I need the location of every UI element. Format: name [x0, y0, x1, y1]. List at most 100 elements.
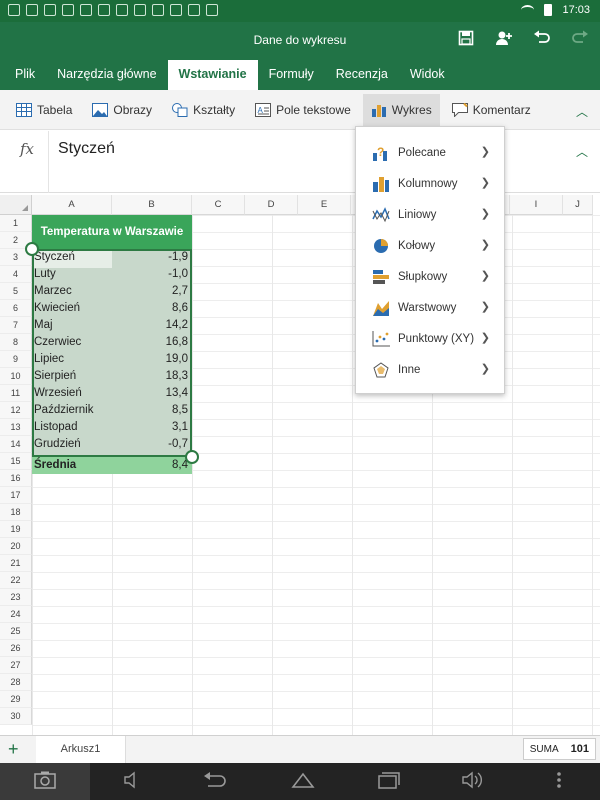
table-button[interactable]: Tabela [8, 94, 80, 126]
images-button[interactable]: Obrazy [84, 94, 160, 126]
temperature-cell[interactable]: 18,3 [112, 368, 190, 385]
textbox-button[interactable]: A Pole tekstowe [247, 94, 359, 126]
row-header[interactable]: 18 [0, 504, 32, 521]
menu-item-slupkowy[interactable]: Słupkowy ❯ [356, 261, 506, 292]
row-header[interactable]: 24 [0, 606, 32, 623]
tab-formuly[interactable]: Formuły [258, 60, 325, 90]
row-header[interactable]: 20 [0, 538, 32, 555]
comment-button[interactable]: Komentarz [444, 94, 539, 126]
worksheet-grid[interactable]: ABCDEFGHIJ 12345678910111213141516171819… [0, 195, 600, 735]
row-header[interactable]: 10 [0, 368, 32, 385]
collapse-ribbon-icon[interactable]: ︿ [576, 103, 588, 120]
screenshot-icon[interactable] [30, 771, 60, 794]
menu-item-liniowy[interactable]: Liniowy ❯ [356, 199, 506, 230]
table-title-cell[interactable]: Temperatura w Warszawie [32, 215, 192, 249]
row-header[interactable]: 16 [0, 470, 32, 487]
column-header-a[interactable]: A [32, 195, 112, 215]
row-header[interactable]: 8 [0, 334, 32, 351]
month-cell[interactable]: Grudzień [34, 436, 110, 453]
row-header[interactable]: 17 [0, 487, 32, 504]
month-cell[interactable]: Październik [34, 402, 110, 419]
average-value[interactable]: 8,4 [112, 457, 190, 474]
row-header[interactable]: 19 [0, 521, 32, 538]
sheet-tab-arkusz1[interactable]: Arkusz1 [36, 736, 126, 763]
row-header[interactable]: 13 [0, 419, 32, 436]
more-options-icon[interactable] [544, 771, 574, 794]
temperature-cell[interactable]: -0,7 [112, 436, 190, 453]
temperature-cell[interactable]: 14,2 [112, 317, 190, 334]
month-cell[interactable]: Lipiec [34, 351, 110, 368]
month-cell[interactable]: Styczeń [34, 249, 110, 266]
menu-item-inne[interactable]: Inne ❯ [356, 354, 506, 385]
column-header-i[interactable]: I [510, 195, 563, 215]
month-cell[interactable]: Luty [34, 266, 110, 283]
row-header[interactable]: 23 [0, 589, 32, 606]
menu-item-kolumnowy[interactable]: Kolumnowy ❯ [356, 168, 506, 199]
function-icon[interactable]: fx [20, 140, 34, 158]
temperature-cell[interactable]: 8,6 [112, 300, 190, 317]
tab-recenzja[interactable]: Recenzja [325, 60, 399, 90]
month-cell[interactable]: Listopad [34, 419, 110, 436]
row-header[interactable]: 28 [0, 674, 32, 691]
row-header[interactable]: 25 [0, 623, 32, 640]
select-all-corner[interactable] [0, 195, 32, 215]
column-header-j[interactable]: J [563, 195, 593, 215]
menu-item-polecane[interactable]: ? Polecane ❯ [356, 137, 506, 168]
month-cell[interactable]: Kwiecień [34, 300, 110, 317]
row-header[interactable]: 4 [0, 266, 32, 283]
volume-down-icon[interactable] [118, 771, 148, 794]
formula-input[interactable]: Styczeń [58, 140, 115, 158]
menu-item-punktowy[interactable]: Punktowy (XY) ❯ [356, 323, 506, 354]
redo-icon[interactable] [570, 30, 590, 51]
tab-wstawianie[interactable]: Wstawianie [167, 60, 258, 90]
month-cell[interactable]: Sierpień [34, 368, 110, 385]
back-icon[interactable] [200, 771, 230, 794]
shapes-button[interactable]: Kształty [164, 94, 243, 126]
tab-widok[interactable]: Widok [399, 60, 456, 90]
temperature-cell[interactable]: 13,4 [112, 385, 190, 402]
row-header[interactable]: 7 [0, 317, 32, 334]
temperature-cell[interactable]: -1,0 [112, 266, 190, 283]
month-cell[interactable]: Maj [34, 317, 110, 334]
column-header-d[interactable]: D [245, 195, 298, 215]
row-header[interactable]: 21 [0, 555, 32, 572]
row-header[interactable]: 9 [0, 351, 32, 368]
temperature-cell[interactable]: -1,9 [112, 249, 190, 266]
menu-item-kolowy[interactable]: Kołowy ❯ [356, 230, 506, 261]
recent-apps-icon[interactable] [374, 771, 404, 794]
share-icon[interactable] [494, 30, 514, 51]
temperature-cell[interactable]: 8,5 [112, 402, 190, 419]
selection-handle-end[interactable] [185, 450, 199, 464]
row-header[interactable]: 22 [0, 572, 32, 589]
average-label[interactable]: Średnia [34, 457, 110, 474]
row-header[interactable]: 1 [0, 215, 32, 232]
chart-button[interactable]: Wykres [362, 93, 440, 126]
month-cell[interactable]: Czerwiec [34, 334, 110, 351]
add-sheet-icon[interactable]: + [8, 739, 19, 760]
column-header-c[interactable]: C [192, 195, 245, 215]
row-header[interactable]: 15 [0, 453, 32, 470]
temperature-cell[interactable]: 3,1 [112, 419, 190, 436]
temperature-cell[interactable]: 2,7 [112, 283, 190, 300]
row-header[interactable]: 6 [0, 300, 32, 317]
menu-item-warstwowy[interactable]: Warstwowy ❯ [356, 292, 506, 323]
temperature-cell[interactable]: 19,0 [112, 351, 190, 368]
row-header[interactable]: 14 [0, 436, 32, 453]
row-header[interactable]: 5 [0, 283, 32, 300]
row-header[interactable]: 26 [0, 640, 32, 657]
temperature-cell[interactable]: 16,8 [112, 334, 190, 351]
selection-handle-start[interactable] [25, 242, 39, 256]
tab-narzedzia-glowne[interactable]: Narzędzia główne [46, 60, 167, 90]
row-header[interactable]: 30 [0, 708, 32, 725]
row-header[interactable]: 27 [0, 657, 32, 674]
collapse-formula-icon[interactable]: ︿ [576, 143, 588, 160]
undo-icon[interactable] [532, 30, 552, 51]
row-header[interactable]: 29 [0, 691, 32, 708]
status-summary[interactable]: SUMA 101 [522, 738, 596, 760]
volume-up-icon[interactable] [458, 771, 488, 794]
row-header[interactable]: 11 [0, 385, 32, 402]
home-icon[interactable] [288, 771, 318, 794]
save-icon[interactable] [456, 30, 476, 51]
row-header[interactable]: 12 [0, 402, 32, 419]
column-header-e[interactable]: E [298, 195, 351, 215]
